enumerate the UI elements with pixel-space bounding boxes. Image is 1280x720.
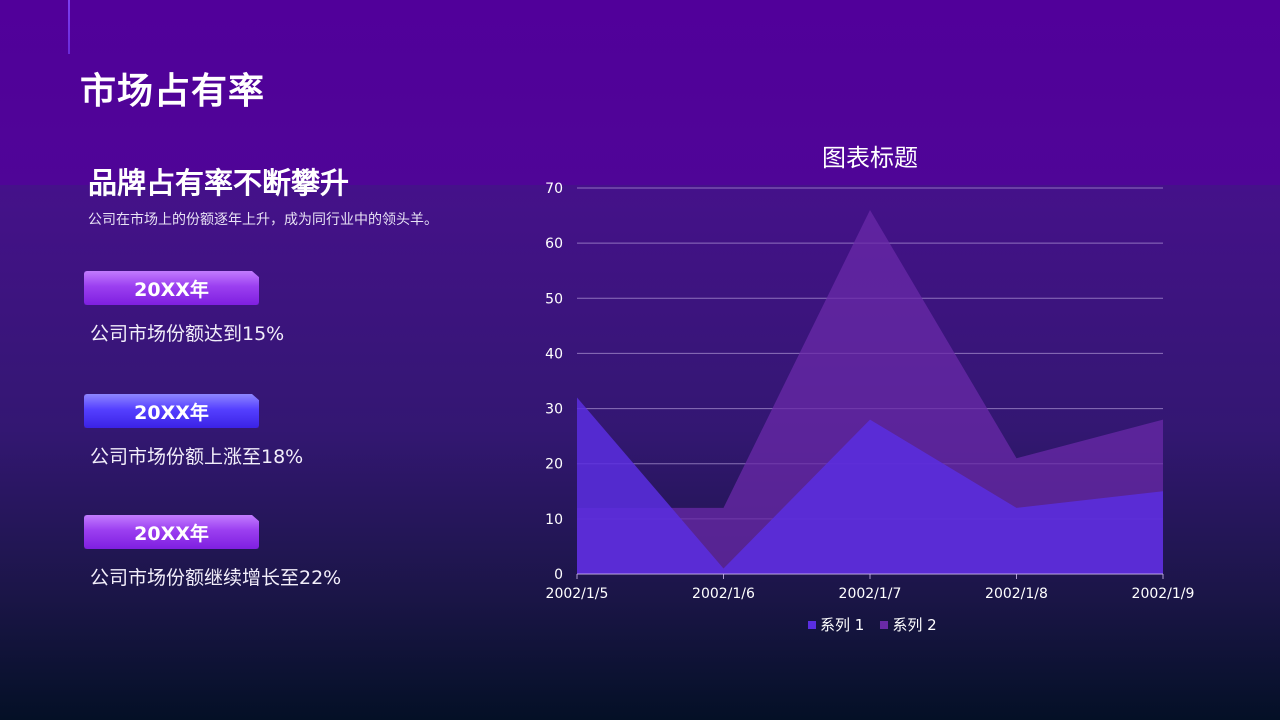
y-tick-label: 50 (545, 291, 563, 307)
y-tick-label: 60 (545, 236, 563, 252)
x-tick-label: 2002/1/5 (546, 586, 609, 602)
legend-label: 系列 1 (820, 616, 865, 634)
x-tick-label: 2002/1/7 (839, 586, 902, 602)
legend-swatch (880, 620, 889, 629)
x-tick-label: 2002/1/8 (985, 586, 1048, 602)
chart-legend: 系列 1 系列 2 (808, 614, 937, 635)
legend-label: 系列 2 (892, 616, 937, 634)
y-tick-label: 40 (545, 346, 563, 362)
legend-swatch (808, 620, 816, 629)
x-tick-label: 2002/1/6 (692, 586, 755, 602)
x-tick-label: 2002/1/9 (1132, 586, 1195, 602)
y-tick-label: 0 (554, 567, 563, 583)
y-tick-label: 70 (545, 181, 563, 197)
area-chart: 0 10 20 30 40 50 60 70 2002/1/5 2002/1/6 2002/1/7 2… (545, 181, 1195, 602)
legend-item-2: 系列 2 (880, 614, 937, 635)
y-tick-label: 30 (545, 402, 563, 418)
legend-item-1: 系列 1 (808, 614, 864, 635)
y-tick-label: 10 (545, 512, 563, 528)
y-tick-label: 20 (545, 457, 563, 473)
